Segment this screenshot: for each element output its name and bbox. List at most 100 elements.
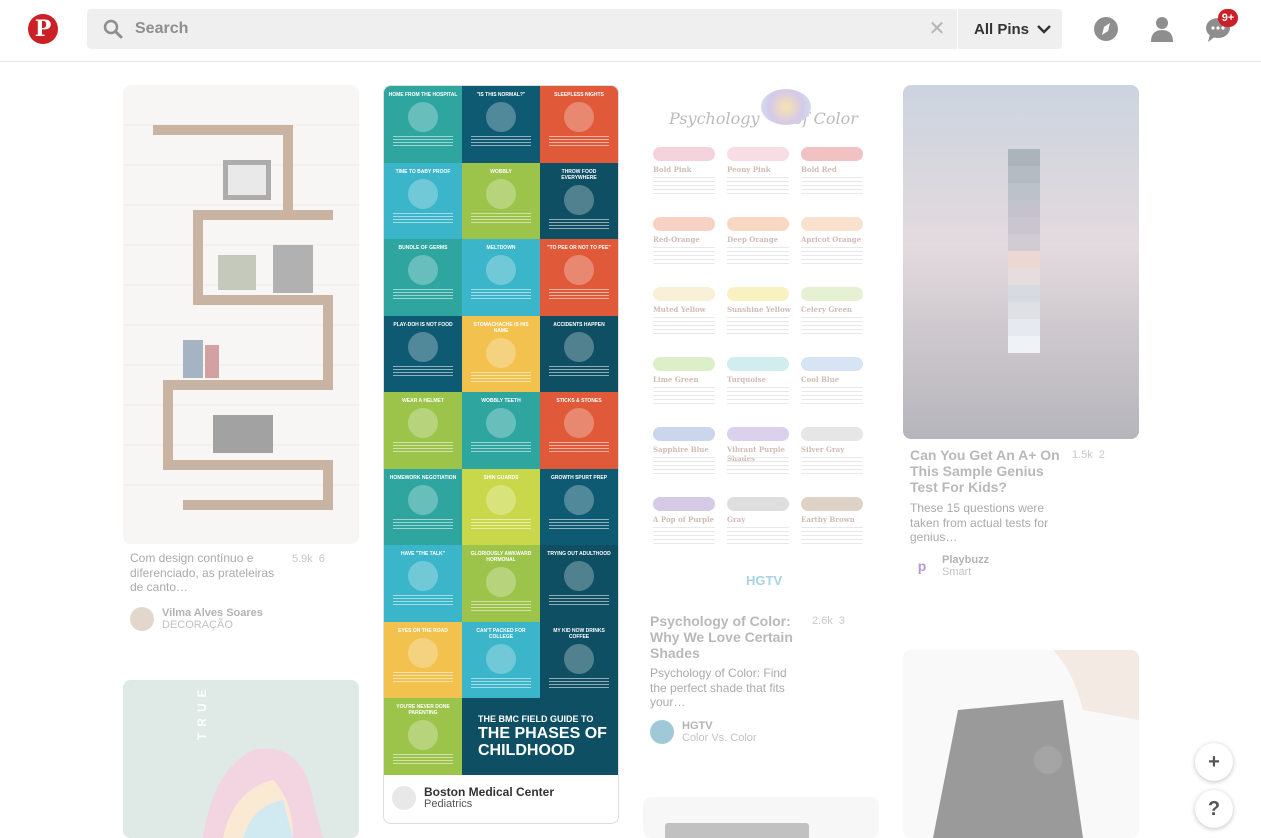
pin-image-psychology[interactable]: Psychology of Color Bold Pink Peony Pink B… — [643, 85, 879, 603]
color-swatch — [801, 287, 863, 301]
phase-label: HAVE "THE TALK" — [401, 551, 445, 557]
pin-description-shelves: Com design contínuo e diferenciado, as p… — [130, 551, 275, 594]
phase-label: HOME FROM THE HOSPITAL — [388, 92, 458, 98]
phase-tile: ACCIDENTS HAPPEN — [540, 315, 618, 392]
phase-text-lines — [471, 601, 531, 611]
swatch-name: Sunshine Yellow — [727, 305, 791, 314]
pin-user-shelves[interactable]: Vilma Alves Soares DECORAÇÃO — [130, 607, 263, 631]
phase-label: GROWTH SPURT PREP — [550, 474, 608, 481]
phase-tile: HAVE "THE TALK" — [384, 545, 462, 622]
phase-text-lines — [549, 218, 609, 229]
phase-text-lines — [549, 136, 609, 146]
pin-image-next[interactable] — [643, 797, 879, 838]
phase-text-lines — [471, 677, 531, 688]
shelves-photo — [123, 85, 359, 544]
swatch-text-lines — [653, 527, 715, 545]
phase-text-lines — [393, 136, 453, 146]
phase-illustration — [486, 643, 516, 674]
phase-tile: TRYING OUT ADULTHOOD — [540, 545, 618, 622]
phase-tile: SLEEPLESS NIGHTS — [540, 86, 618, 163]
swatch-name: Peony Pink — [727, 165, 771, 174]
swatch-text-lines — [727, 317, 789, 335]
phase-text-lines — [393, 442, 453, 452]
color-swatch — [801, 497, 863, 511]
repin-count: 1.5k — [1072, 449, 1093, 461]
bag-photo — [903, 650, 1139, 838]
pin-title-genius[interactable]: Can You Get An A+ On This Sample Genius … — [910, 447, 1060, 495]
phase-text-lines — [549, 442, 609, 452]
phase-illustration — [408, 178, 438, 209]
phase-text-lines — [471, 212, 531, 223]
phase-tile: CAN'T PACKED FOR COLLEGE — [462, 621, 540, 698]
color-swatch — [727, 427, 789, 441]
phase-label: TIME TO BABY PROOF — [395, 168, 451, 175]
phase-tile: MELTDOWN — [462, 239, 540, 316]
pin-stats-shelves: 5.9k 6 — [292, 553, 325, 565]
phase-text-lines — [393, 754, 453, 764]
avatar — [392, 786, 416, 810]
phase-illustration — [486, 337, 516, 368]
phase-text-lines — [471, 442, 531, 452]
color-swatch — [801, 357, 863, 371]
swatch-text-lines — [801, 387, 863, 405]
phase-text-lines — [549, 518, 609, 529]
phase-label: HOMEWORK NEGOTIATION — [389, 474, 457, 481]
search-scope-dropdown[interactable]: All Pins — [958, 9, 1062, 49]
brain-illustration — [761, 89, 811, 125]
swatch-name: Apricot Orange — [801, 235, 862, 244]
user-name: Playbuzz — [942, 554, 990, 566]
explore-compass-icon[interactable] — [1092, 15, 1120, 43]
phase-tile: THROW FOOD EVERYWHERE — [540, 162, 618, 239]
help-button[interactable]: ? — [1195, 790, 1233, 828]
phase-illustration — [408, 637, 438, 668]
like-count: 6 — [318, 553, 325, 565]
logo-letter: P — [34, 16, 52, 42]
pin-image-art[interactable]: TRUE — [123, 680, 359, 838]
phase-label: TRYING OUT ADULTHOOD — [547, 551, 611, 557]
phase-illustration — [564, 484, 594, 515]
phase-text-lines — [393, 212, 453, 223]
phase-tile: "IS THIS NORMAL?" — [462, 86, 540, 163]
add-pin-button[interactable]: + — [1195, 743, 1233, 781]
color-swatch — [801, 147, 863, 161]
phase-tile: YOU'RE NEVER DONE PARENTING — [384, 698, 462, 775]
swatch-text-lines — [653, 317, 715, 335]
phase-tile: EYES ON THE ROAD — [384, 621, 462, 698]
swatch-text-lines — [727, 387, 789, 405]
swatch-name: Earthy Brown — [801, 515, 855, 524]
swatch-name: Sapphire Blue — [653, 445, 709, 454]
swatch-name: Gray — [727, 515, 746, 524]
color-swatch — [653, 357, 715, 371]
pin-user-childhood[interactable]: Boston Medical Center Pediatrics — [392, 786, 554, 810]
phase-label: WOBBLY TEETH — [481, 398, 521, 404]
repin-count: 2.6k — [812, 615, 833, 627]
phase-illustration — [486, 102, 516, 132]
pinterest-logo-icon[interactable]: P — [28, 14, 58, 44]
phase-illustration — [408, 255, 438, 285]
pin-image-bag[interactable] — [903, 650, 1139, 838]
art-photo — [123, 680, 359, 838]
phase-illustration — [486, 484, 516, 515]
swatch-text-lines — [727, 177, 789, 195]
swatch-text-lines — [801, 177, 863, 195]
pin-title-psychology[interactable]: Psychology of Color: Why We Love Certain… — [650, 613, 800, 661]
clear-search-icon[interactable]: ✕ — [927, 19, 947, 39]
search-input[interactable] — [135, 9, 955, 49]
phase-label: STICKS & STONES — [556, 398, 602, 404]
pin-image-shelves[interactable] — [123, 85, 359, 544]
pin-user-genius[interactable]: p Playbuzz Smart — [910, 554, 989, 578]
field-guide-title: THE PHASES OF CHILDHOOD — [478, 724, 607, 759]
swatch-name: Silver Gray — [801, 445, 845, 454]
phase-tile: HOMEWORK NEGOTIATION — [384, 468, 462, 545]
pin-image-genius[interactable] — [903, 85, 1139, 439]
swatch-text-lines — [653, 457, 715, 475]
search-icon — [103, 19, 123, 39]
phase-label: GLORIOUSLY AWKWARD HORMONAL — [470, 551, 532, 563]
phase-tile: GLORIOUSLY AWKWARD HORMONAL — [462, 545, 540, 622]
swatch-name: Red-Orange — [653, 235, 700, 244]
pin-user-psychology[interactable]: HGTV Color Vs. Color — [650, 720, 757, 744]
profile-icon[interactable] — [1148, 15, 1176, 43]
pin-card-childhood[interactable]: HOME FROM THE HOSPITAL "IS THIS NORMAL?" S… — [383, 85, 619, 824]
phase-label: PLAY-DOH IS NOT FOOD — [393, 321, 453, 328]
phase-illustration — [408, 102, 438, 132]
